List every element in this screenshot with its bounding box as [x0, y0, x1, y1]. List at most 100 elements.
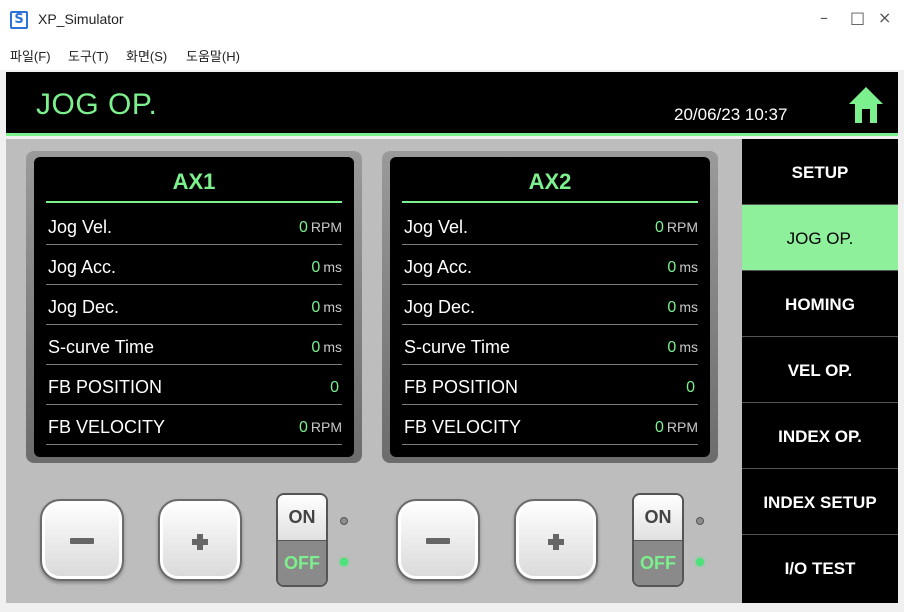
axis-panel-ax2: AX2 Jog Vel. 0 RPM Jog Acc. 0 ms Jog Dec. …: [390, 157, 710, 457]
param-label: Jog Vel.: [48, 217, 113, 237]
toggle-on-label: ON: [278, 495, 326, 540]
ax1-on-indicator-led: [340, 517, 348, 525]
param-value: 0: [330, 379, 339, 396]
ax1-servo-toggle[interactable]: ON OFF: [276, 493, 328, 587]
side-item-label: SETUP: [791, 163, 849, 182]
param-value-display[interactable]: 0 ms: [311, 259, 342, 277]
ax2-on-indicator-led: [696, 517, 704, 525]
main-panel: AX1 Jog Vel. 0 RPM Jog Acc. 0 ms Jog Dec. …: [6, 139, 742, 603]
param-row: Jog Vel. 0 RPM: [46, 205, 342, 245]
ax1-jog-minus-button[interactable]: [40, 499, 124, 581]
ax2-servo-toggle[interactable]: ON OFF: [632, 493, 684, 587]
param-value-display: 0 RPM: [299, 419, 342, 437]
param-value: 0: [298, 219, 308, 236]
side-item-label: VEL OP.: [787, 361, 853, 380]
side-item-index-op[interactable]: INDEX OP.: [742, 403, 898, 469]
menu-bar: 파일(F) 도구(T) 화면(S) 도움말(H): [0, 40, 904, 70]
axis-panel-frame: AX2 Jog Vel. 0 RPM Jog Acc. 0 ms Jog Dec. …: [382, 151, 718, 463]
param-value: 0: [298, 419, 308, 436]
param-row: Jog Acc. 0 ms: [402, 245, 698, 285]
menu-tools[interactable]: 도구(T): [68, 46, 109, 65]
side-item-setup[interactable]: SETUP: [742, 139, 898, 205]
menu-file[interactable]: 파일(F): [10, 46, 51, 65]
param-value: 0: [654, 219, 664, 236]
param-unit: ms: [679, 299, 698, 315]
side-item-label: I/O TEST: [784, 559, 856, 578]
param-row: FB VELOCITY 0 RPM: [402, 405, 698, 445]
divider: [46, 201, 342, 203]
param-value-display[interactable]: 0 ms: [667, 259, 698, 277]
param-value-display: 0: [330, 379, 342, 397]
param-row: S-curve Time 0 ms: [46, 325, 342, 365]
close-button[interactable]: ×: [878, 8, 891, 27]
axis-panel-frame: AX1 Jog Vel. 0 RPM Jog Acc. 0 ms Jog Dec. …: [26, 151, 362, 463]
minus-icon: [70, 538, 94, 544]
param-value: 0: [667, 339, 677, 356]
param-value-display[interactable]: 0 ms: [311, 299, 342, 317]
param-value-display[interactable]: 0 ms: [667, 339, 698, 357]
axis-title: AX1: [172, 169, 216, 194]
param-label: S-curve Time: [404, 337, 511, 357]
side-item-io-test[interactable]: I/O TEST: [742, 535, 898, 603]
param-row: Jog Acc. 0 ms: [46, 245, 342, 285]
window-titlebar: S XP_Simulator – □ ×: [0, 0, 904, 40]
maximize-button[interactable]: □: [850, 8, 865, 27]
param-unit: ms: [679, 339, 698, 355]
side-item-vel-op[interactable]: VEL OP.: [742, 337, 898, 403]
ax2-jog-minus-button[interactable]: [396, 499, 480, 581]
side-item-jog-op[interactable]: JOG OP.: [742, 205, 898, 271]
toggle-off-label: OFF: [278, 540, 326, 585]
side-item-label: INDEX SETUP: [763, 493, 877, 512]
side-item-label: INDEX OP.: [778, 427, 862, 446]
ax1-jog-plus-button[interactable]: [158, 499, 242, 581]
param-unit: RPM: [310, 219, 342, 235]
param-unit: ms: [323, 299, 342, 315]
param-value: 0: [667, 299, 677, 316]
param-label: Jog Dec.: [48, 297, 120, 317]
side-menu: SETUP JOG OP. HOMING VEL OP. INDEX OP. I…: [742, 139, 898, 603]
param-value: 0: [667, 259, 677, 276]
param-unit: RPM: [310, 419, 342, 435]
param-label: S-curve Time: [48, 337, 155, 357]
param-label: Jog Vel.: [404, 217, 469, 237]
ax2-off-indicator-led: [696, 558, 704, 566]
param-label: Jog Dec.: [404, 297, 476, 317]
param-row: Jog Vel. 0 RPM: [402, 205, 698, 245]
param-value-display[interactable]: 0 ms: [667, 299, 698, 317]
side-item-homing[interactable]: HOMING: [742, 271, 898, 337]
app-icon: S: [10, 11, 28, 29]
param-value-display[interactable]: 0 ms: [311, 339, 342, 357]
plus-icon: [553, 534, 559, 550]
axis-title: AX2: [528, 169, 572, 194]
menu-help[interactable]: 도움말(H): [186, 46, 240, 65]
param-row: FB POSITION 0: [402, 365, 698, 405]
param-value-display[interactable]: 0 RPM: [655, 219, 698, 237]
param-value: 0: [311, 259, 321, 276]
param-row: S-curve Time 0 ms: [402, 325, 698, 365]
minus-icon: [426, 538, 450, 544]
menu-view[interactable]: 화면(S): [126, 46, 167, 65]
param-unit: RPM: [666, 219, 698, 235]
page-header: JOG OP. 20/06/23 10:37: [6, 72, 898, 136]
param-value-display[interactable]: 0 RPM: [299, 219, 342, 237]
param-row: Jog Dec. 0 ms: [402, 285, 698, 325]
param-row: FB POSITION 0: [46, 365, 342, 405]
param-unit: RPM: [666, 419, 698, 435]
param-row: FB VELOCITY 0 RPM: [46, 405, 342, 445]
param-unit: ms: [323, 259, 342, 275]
param-label: FB POSITION: [404, 377, 519, 397]
minimize-button[interactable]: –: [820, 8, 828, 27]
datetime: 20/06/23 10:37: [674, 105, 788, 124]
param-value: 0: [654, 419, 664, 436]
side-item-label: JOG OP.: [786, 229, 854, 248]
ax2-jog-plus-button[interactable]: [514, 499, 598, 581]
side-item-index-setup[interactable]: INDEX SETUP: [742, 469, 898, 535]
param-value: 0: [311, 299, 321, 316]
home-button[interactable]: [848, 86, 884, 124]
param-value: 0: [311, 339, 321, 356]
param-unit: ms: [323, 339, 342, 355]
divider: [402, 201, 698, 203]
param-row: Jog Dec. 0 ms: [46, 285, 342, 325]
param-label: Jog Acc.: [404, 257, 473, 277]
toggle-off-label: OFF: [634, 540, 682, 585]
